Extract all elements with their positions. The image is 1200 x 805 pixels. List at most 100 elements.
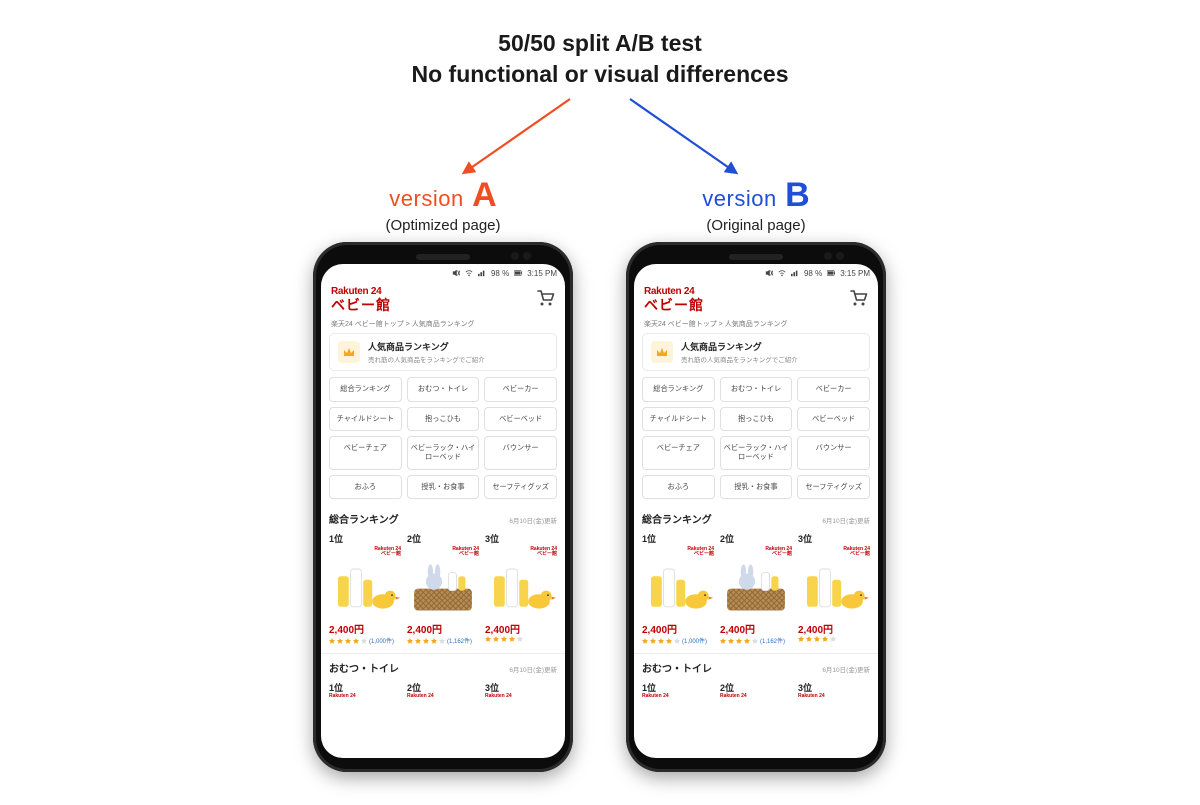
- category-chip[interactable]: ベビーカー: [797, 377, 870, 402]
- category-chip[interactable]: セーフティグッズ: [797, 475, 870, 500]
- ranking-desc: 売れ筋の人気商品をランキングでご紹介: [681, 354, 798, 364]
- ranking-title: 人気商品ランキング: [368, 340, 485, 353]
- category-chip[interactable]: チャイルドシート: [642, 407, 715, 432]
- category-chip[interactable]: 授乳・お食事: [407, 475, 480, 500]
- product-mini-brand: Rakuten 24ベビー館: [485, 547, 557, 557]
- phone-camera: [511, 252, 519, 260]
- star-icon: [415, 638, 421, 644]
- product-card[interactable]: 1位Rakuten 24ベビー館2,400円(1,000件): [329, 528, 401, 645]
- category-chip[interactable]: セーフティグッズ: [484, 475, 557, 500]
- section1-head: 総合ランキング 6月10日(金)更新: [321, 505, 565, 528]
- product-card[interactable]: 3位Rakuten 24ベビー館2,400円: [798, 528, 870, 645]
- star-icon: [650, 638, 656, 644]
- category-chip[interactable]: チャイルドシート: [329, 407, 402, 432]
- product-card[interactable]: 2位Rakuten 24ベビー館2,400円(1,162件): [720, 528, 792, 645]
- mini-brand-l1: Rakuten 24: [642, 693, 669, 699]
- clock: 3:15 PM: [527, 269, 557, 278]
- product-mini-brand: Rakuten 24: [329, 694, 401, 699]
- breadcrumb[interactable]: 楽天24 ベビー館トップ > 人気商品ランキング: [321, 317, 565, 333]
- category-chip[interactable]: ベビーチェア: [329, 436, 402, 469]
- product-rating: [798, 636, 870, 642]
- section1-head: 総合ランキング 6月10日(金)更新: [634, 505, 878, 528]
- signal-icon: [478, 269, 486, 277]
- category-chip[interactable]: 総合ランキング: [329, 377, 402, 402]
- category-chip[interactable]: おむつ・トイレ: [720, 377, 793, 402]
- product-card[interactable]: 2位Rakuten 24ベビー館2,400円(1,162件): [407, 528, 479, 645]
- diagram-stage: 50/50 split A/B test No functional or vi…: [0, 0, 1200, 805]
- product-card[interactable]: 1位Rakuten 24: [329, 677, 401, 699]
- star-icon: [353, 638, 359, 644]
- mini-brand-l1: Rakuten 24: [720, 693, 747, 699]
- product-card[interactable]: 3位Rakuten 24ベビー館2,400円: [485, 528, 557, 645]
- section2-title: おむつ・トイレ: [329, 660, 399, 675]
- star-icon: [431, 638, 437, 644]
- category-chip[interactable]: おむつ・トイレ: [407, 377, 480, 402]
- product-mini-brand: Rakuten 24ベビー館: [798, 547, 870, 557]
- category-chip[interactable]: ベビーチェア: [642, 436, 715, 469]
- brand-line2: ベビー館: [331, 295, 391, 315]
- headline-line1: 50/50 split A/B test: [0, 28, 1200, 59]
- battery-icon: [514, 269, 522, 277]
- headline-line2: No functional or visual differences: [0, 59, 1200, 90]
- breadcrumb[interactable]: 楽天24 ベビー館トップ > 人気商品ランキング: [634, 317, 878, 333]
- product-rank: 3位: [798, 677, 870, 694]
- cart-button[interactable]: [537, 289, 555, 312]
- phone-speaker: [729, 254, 783, 260]
- version-b-prefix: version: [702, 186, 776, 211]
- product-mini-brand: Rakuten 24: [407, 694, 479, 699]
- product-rank: 2位: [720, 528, 792, 547]
- category-chip[interactable]: ベビーカー: [484, 377, 557, 402]
- product-price: 2,400円: [407, 621, 479, 636]
- category-chip[interactable]: 抱っこひも: [407, 407, 480, 432]
- wifi-icon: [778, 269, 786, 277]
- star-icon: [744, 638, 750, 644]
- category-chip[interactable]: おふろ: [329, 475, 402, 500]
- star-empty-icon: [674, 638, 680, 644]
- category-chip[interactable]: おふろ: [642, 475, 715, 500]
- star-icon: [493, 636, 499, 642]
- product-card[interactable]: 1位Rakuten 24ベビー館2,400円(1,000件): [642, 528, 714, 645]
- product-card[interactable]: 3位Rakuten 24: [485, 677, 557, 699]
- star-icon: [666, 638, 672, 644]
- product-card[interactable]: 3位Rakuten 24: [798, 677, 870, 699]
- category-chip[interactable]: バウンサー: [797, 436, 870, 469]
- product-rank: 1位: [642, 677, 714, 694]
- ranking-banner: 人気商品ランキング 売れ筋の人気商品をランキングでご紹介: [329, 333, 557, 371]
- category-chip[interactable]: バウンサー: [484, 436, 557, 469]
- category-chip[interactable]: 総合ランキング: [642, 377, 715, 402]
- ranking-desc: 売れ筋の人気商品をランキングでご紹介: [368, 354, 485, 364]
- product-rating: [485, 636, 557, 642]
- star-icon: [728, 638, 734, 644]
- cart-button[interactable]: [850, 289, 868, 312]
- star-empty-icon: [517, 636, 523, 642]
- mute-icon: [765, 269, 773, 277]
- crown-badge: [651, 341, 673, 363]
- category-chip[interactable]: ベビーラック・ハイローベッド: [407, 436, 480, 469]
- brand-logo[interactable]: Rakuten 24 ベビー館: [331, 286, 391, 315]
- star-icon: [822, 636, 828, 642]
- version-a-label: version A (Optimized page): [313, 176, 573, 234]
- version-b-letter: B: [785, 176, 810, 214]
- version-a-prefix: version: [389, 186, 463, 211]
- product-card[interactable]: 2位Rakuten 24: [407, 677, 479, 699]
- section1-products: 1位Rakuten 24ベビー館2,400円(1,000件)2位Rakuten …: [321, 528, 565, 647]
- wifi-icon: [465, 269, 473, 277]
- star-empty-icon: [439, 638, 445, 644]
- star-empty-icon: [752, 638, 758, 644]
- category-chip[interactable]: ベビーベッド: [797, 407, 870, 432]
- phone-camera: [824, 252, 832, 260]
- brand-logo[interactable]: Rakuten 24 ベビー館: [644, 286, 704, 315]
- product-rank: 1位: [329, 677, 401, 694]
- product-reviews: (1,000件): [369, 636, 394, 645]
- product-card[interactable]: 1位Rakuten 24: [642, 677, 714, 699]
- product-mini-brand: Rakuten 24ベビー館: [329, 547, 401, 557]
- section1-title: 総合ランキング: [329, 511, 399, 526]
- product-card[interactable]: 2位Rakuten 24: [720, 677, 792, 699]
- star-icon: [329, 638, 335, 644]
- category-chip[interactable]: 抱っこひも: [720, 407, 793, 432]
- category-chip[interactable]: ベビーラック・ハイローベッド: [720, 436, 793, 469]
- category-chip[interactable]: 授乳・お食事: [720, 475, 793, 500]
- category-chip[interactable]: ベビーベッド: [484, 407, 557, 432]
- product-rating: (1,000件): [642, 636, 714, 645]
- product-rating: (1,162件): [407, 636, 479, 645]
